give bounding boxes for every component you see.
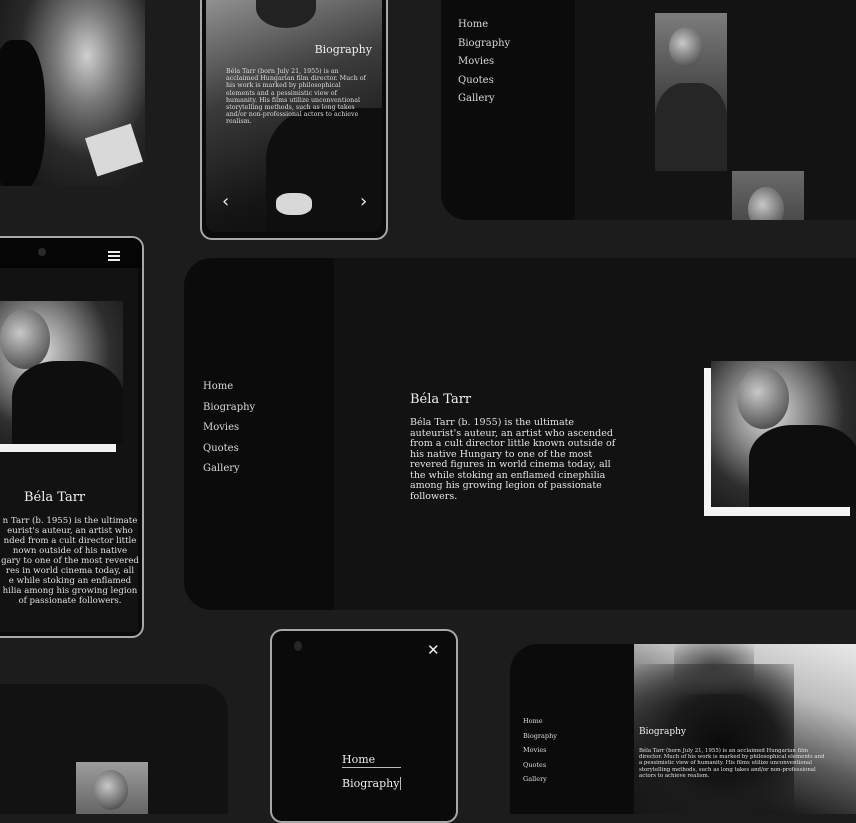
nav-home[interactable]: Home [523,718,557,725]
intro-paragraph: Béla Tarr (b. 1955) is the ultimate aute… [410,417,616,502]
panel-desktop-home: Home Biography Movies Quotes Gallery Bél… [184,258,856,610]
panel-bottom-right: Home Biography Movies Quotes Gallery Bio… [510,644,856,814]
gallery-photo-2[interactable] [732,171,804,220]
nav-home[interactable]: Home [203,382,255,392]
mobile-paragraph: n Tarr (b. 1955) is the ultimate eurist'… [1,516,139,606]
menu-home[interactable]: Home [342,753,402,768]
chevron-left-icon[interactable]: ‹ [222,193,229,211]
menu-biography[interactable]: Biography [342,777,402,790]
mobile-title: Béla Tarr [24,490,86,505]
nav-movies[interactable]: Movies [203,423,255,433]
mobile-header [0,238,142,268]
nav-home[interactable]: Home [458,20,510,30]
desktop-nav: Home Biography Movies Quotes Gallery [203,382,255,474]
close-icon[interactable]: ✕ [427,641,440,659]
slider-paragraph: Béla Tarr (born July 21, 1955) is an acc… [226,68,366,126]
nav-quotes[interactable]: Quotes [523,761,557,769]
gallery-nav: Home Biography Movies Quotes Gallery [458,20,510,104]
chevron-right-icon[interactable]: › [360,193,367,211]
slider-title: Biography [314,43,372,56]
gallery-sidebar: Home Biography Movies Quotes Gallery [441,0,575,220]
desktop-sidebar: Home Biography Movies Quotes Gallery [184,258,334,610]
bottom-right-title: Biography [639,727,686,737]
bottom-right-sidebar: Home Biography Movies Quotes Gallery [510,644,634,814]
nav-biography[interactable]: Biography [203,402,255,413]
mobile-menu: Home Biography [342,753,402,790]
bottom-left-photo [76,762,148,814]
gallery-photo-1[interactable] [655,13,727,171]
nav-gallery[interactable]: Gallery [458,94,510,104]
nav-movies[interactable]: Movies [458,57,510,67]
desktop-portrait [711,361,856,507]
panel-gallery: Home Biography Movies Quotes Gallery [441,0,856,220]
nav-quotes[interactable]: Quotes [458,75,510,86]
nav-movies[interactable]: Movies [523,747,557,754]
bottom-right-nav: Home Biography Movies Quotes Gallery [523,718,557,783]
bottom-right-paragraph: Béla Tarr (born July 21, 1955) is an acc… [639,748,825,779]
photo-top-left [0,0,145,186]
nav-gallery[interactable]: Gallery [203,464,255,474]
nav-biography[interactable]: Biography [458,38,510,49]
mobile-body: Béla Tarr n Tarr (b. 1955) is the ultima… [0,268,139,632]
phone-menu-open: ✕ Home Biography [270,629,458,823]
nav-biography[interactable]: Biography [523,732,557,740]
phone-biography-slider: Biography Béla Tarr (born July 21, 1955)… [200,0,388,240]
phone-mobile-home: Béla Tarr n Tarr (b. 1955) is the ultima… [0,236,144,638]
hamburger-icon[interactable] [108,251,120,261]
nav-gallery[interactable]: Gallery [523,776,557,783]
mobile-portrait [0,301,123,444]
nav-quotes[interactable]: Quotes [203,443,255,454]
page-title: Béla Tarr [410,392,472,407]
